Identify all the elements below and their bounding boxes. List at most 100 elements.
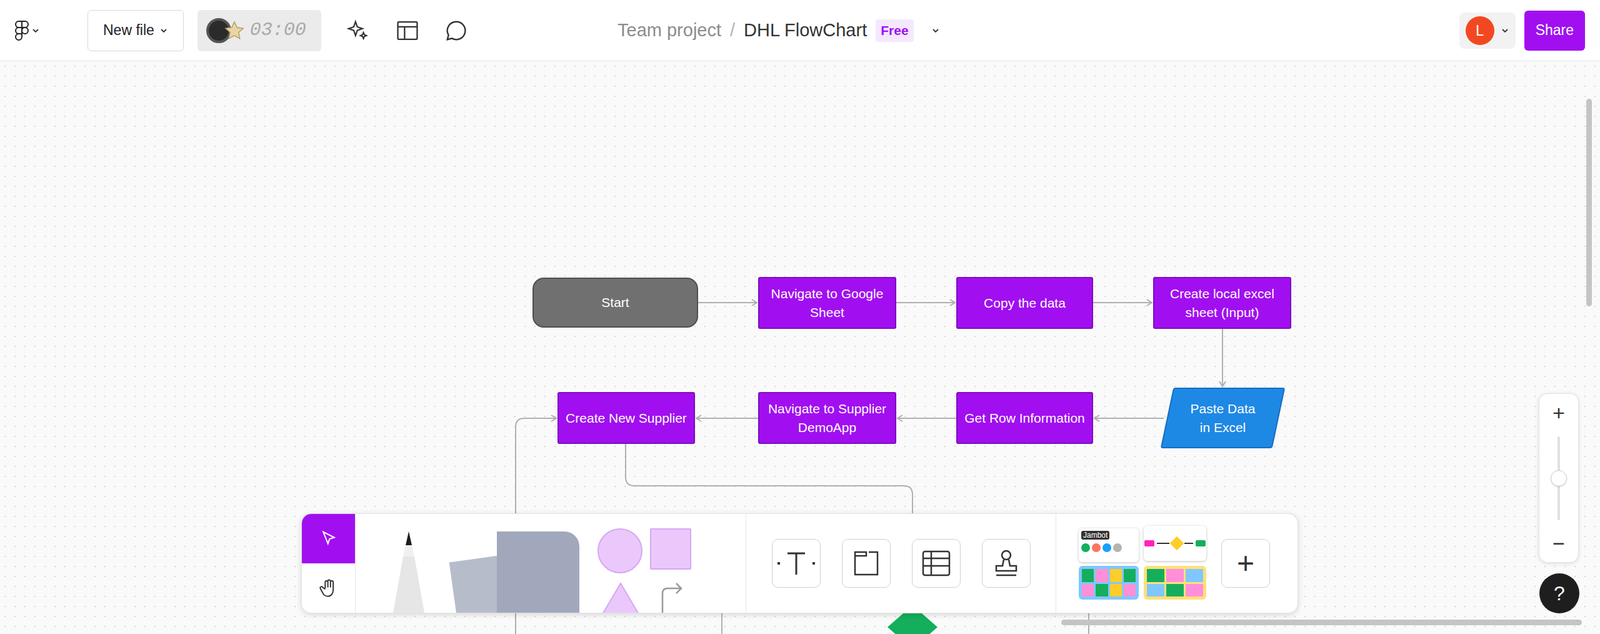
mini-cell [1185, 568, 1204, 582]
file-name[interactable]: DHL FlowChart [743, 16, 867, 45]
file-chevron-icon [931, 26, 940, 35]
mini-cell [1146, 583, 1165, 597]
mini-cell [1146, 568, 1165, 582]
shapes-tool[interactable] [597, 528, 698, 613]
mini-sticky [1110, 583, 1122, 597]
flowchart-node[interactable]: Navigate to Supplier DemoApp [758, 391, 897, 444]
mini-sticky [1095, 568, 1108, 582]
avatar-button[interactable]: L [1459, 12, 1516, 49]
figma-logo-icon [15, 20, 29, 41]
layout-icon [395, 20, 420, 42]
zoom-out-button[interactable]: − [1552, 529, 1565, 557]
flow-line [1184, 542, 1194, 544]
stamp-tool[interactable] [981, 538, 1031, 588]
node-label: Navigate to Supplier DemoApp [764, 399, 890, 437]
table-tool[interactable] [911, 538, 961, 588]
cursor-icon [319, 529, 339, 549]
select-tool[interactable] [301, 513, 355, 564]
horizontal-scrollbar[interactable] [1061, 619, 1582, 625]
square-shape-icon [650, 528, 692, 570]
jambot-dots [1081, 543, 1137, 552]
flowchart-node[interactable]: Create local excel sheet (Input) [1153, 276, 1292, 329]
file-menu-button[interactable] [931, 26, 940, 35]
insert-tools [746, 513, 1057, 613]
parallelogram-shape [1160, 387, 1286, 449]
mini-sticky [1110, 568, 1122, 582]
text-tool[interactable] [771, 538, 821, 588]
node-label: Get Row Information [964, 408, 1085, 428]
mini-sticky [1123, 583, 1136, 597]
flowchart-node[interactable]: Navigate to Google Sheet [758, 276, 897, 329]
node-label: Paste Data in Excel [1185, 399, 1261, 437]
dot [1113, 543, 1122, 552]
node-label: Start [601, 293, 629, 312]
music-disc-icon [206, 18, 232, 44]
breadcrumb-separator: / [730, 16, 735, 45]
top-bar: New file 03:00 Team project / DHL FlowChart F… [0, 0, 1600, 62]
flow-dot [1144, 540, 1155, 547]
breadcrumb: Team project / DHL FlowChart Free [617, 0, 940, 62]
hand-tool[interactable] [301, 563, 355, 613]
menu-chevron-icon [31, 26, 40, 35]
widgets-area: Jambot + [1056, 513, 1298, 613]
dot [1081, 543, 1090, 552]
flowchart-node[interactable]: Paste Data in Excel [1160, 387, 1285, 449]
new-file-button[interactable]: New file [87, 10, 184, 52]
share-button[interactable]: Share [1524, 10, 1585, 51]
pencil-icon[interactable] [380, 531, 437, 613]
plan-badge: Free [875, 19, 914, 42]
node-label: Copy the data [983, 293, 1066, 313]
flow-card [1143, 525, 1207, 561]
new-file-label: New file [103, 19, 155, 42]
avatar-chevron-icon [1500, 26, 1510, 35]
section-icon [852, 549, 880, 577]
comment-icon [444, 18, 469, 43]
canvas[interactable]: Start Navigate to Google Sheet Copy the da… [0, 61, 1600, 634]
ai-button[interactable] [342, 15, 373, 46]
help-button[interactable]: ? [1539, 573, 1580, 614]
vertical-scrollbar[interactable] [1586, 98, 1592, 307]
zoom-control: +− [1538, 393, 1579, 563]
main-menu-button[interactable] [15, 20, 55, 41]
mini-cell [1166, 583, 1184, 597]
zoom-in-button[interactable]: + [1552, 398, 1565, 427]
zoom-slider[interactable] [1557, 436, 1560, 520]
templates-button[interactable] [392, 15, 423, 46]
section-tool[interactable] [841, 538, 891, 588]
flow-line [1156, 542, 1170, 544]
mini-sticky [1095, 583, 1108, 597]
toolbar: Jambot + [301, 513, 1299, 614]
text-icon [777, 549, 815, 577]
connector-arrow-icon [660, 579, 685, 614]
project-link[interactable]: Team project [617, 16, 722, 45]
flowchart-node[interactable]: Copy the data [956, 276, 1094, 329]
account-area: L Share [1459, 10, 1585, 51]
table-icon [921, 549, 952, 577]
flowchart-node[interactable]: Get Row Information [956, 391, 1094, 444]
widgets-thumbnails[interactable]: Jambot [1078, 525, 1207, 601]
flowchart-node[interactable]: Start [532, 277, 699, 328]
more-tools-button[interactable]: + [1221, 538, 1270, 588]
flow-dot [1170, 536, 1185, 551]
sticky-note-front [496, 531, 580, 614]
hand-icon [318, 577, 340, 599]
zoom-thumb[interactable] [1550, 470, 1567, 487]
mini-sticky [1081, 568, 1094, 582]
sticky-notes-tool[interactable] [453, 531, 582, 613]
flowchart-node[interactable]: Create New Supplier [557, 391, 695, 444]
mode-switch [301, 513, 356, 613]
comment-button[interactable] [441, 15, 472, 46]
node-label: Create New Supplier [565, 408, 687, 428]
timer-widget[interactable]: 03:00 [197, 10, 322, 52]
stamp-icon [992, 548, 1020, 578]
timer-display: 03:00 [250, 16, 307, 45]
mini-cell [1185, 583, 1204, 597]
mini-cell [1166, 568, 1184, 582]
figjam-app: New file 03:00 Team project / DHL FlowChart F… [0, 0, 1600, 634]
sticky-grid-card [1078, 565, 1139, 600]
table-card [1143, 565, 1207, 600]
user-avatar: L [1465, 16, 1495, 45]
circle-shape-icon [597, 528, 643, 574]
sparkle-icon [345, 18, 370, 43]
flow-dot [1195, 540, 1206, 547]
